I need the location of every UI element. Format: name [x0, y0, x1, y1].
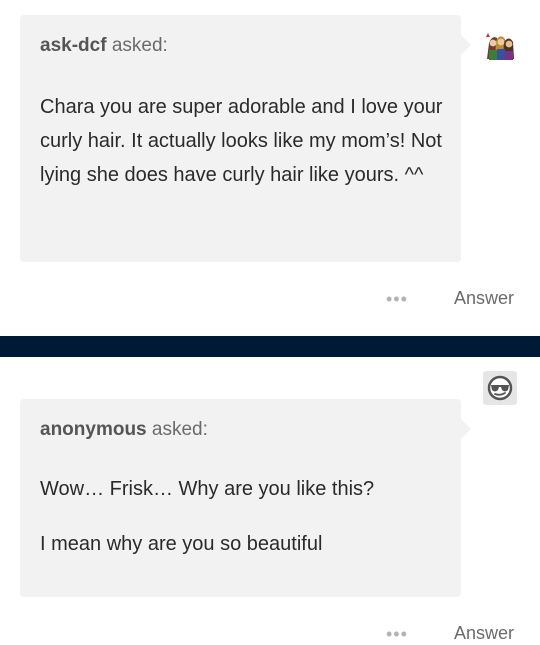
question-text-line-2: I mean why are you so beautiful — [40, 533, 323, 555]
asker-line: ask-dcf asked: — [40, 35, 168, 57]
more-options-icon[interactable]: ••• — [386, 624, 408, 645]
asker-line: anonymous asked: — [40, 419, 208, 441]
anonymous-sunglasses-icon — [483, 371, 517, 405]
more-options-icon[interactable]: ••• — [386, 289, 408, 310]
group-avatar-icon — [483, 29, 517, 63]
post-divider — [0, 336, 540, 357]
asked-label: asked: — [111, 35, 168, 56]
question-text: Chara you are super adorable and I love … — [40, 96, 443, 186]
asker-name[interactable]: ask-dcf — [40, 35, 107, 56]
question-bubble: ask-dcf asked: Chara you are super adora… — [20, 15, 471, 262]
anonymous-avatar — [483, 371, 517, 405]
answer-row: ••• Answer — [0, 619, 540, 645]
ask-post-2: anonymous asked: Wow… Frisk… Why are you… — [0, 357, 540, 645]
ask-post-1: ask-dcf asked: Chara you are super adora… — [0, 0, 540, 336]
asked-label: asked: — [151, 419, 208, 440]
answer-row: ••• Answer — [0, 284, 540, 314]
question-text-line-1: Wow… Frisk… Why are you like this? — [40, 478, 375, 500]
asker-name: anonymous — [40, 419, 147, 440]
asker-avatar[interactable] — [483, 29, 517, 63]
answer-button[interactable]: Answer — [454, 623, 514, 644]
answer-button[interactable]: Answer — [454, 288, 514, 309]
question-bubble: anonymous asked: Wow… Frisk… Why are you… — [20, 399, 471, 597]
